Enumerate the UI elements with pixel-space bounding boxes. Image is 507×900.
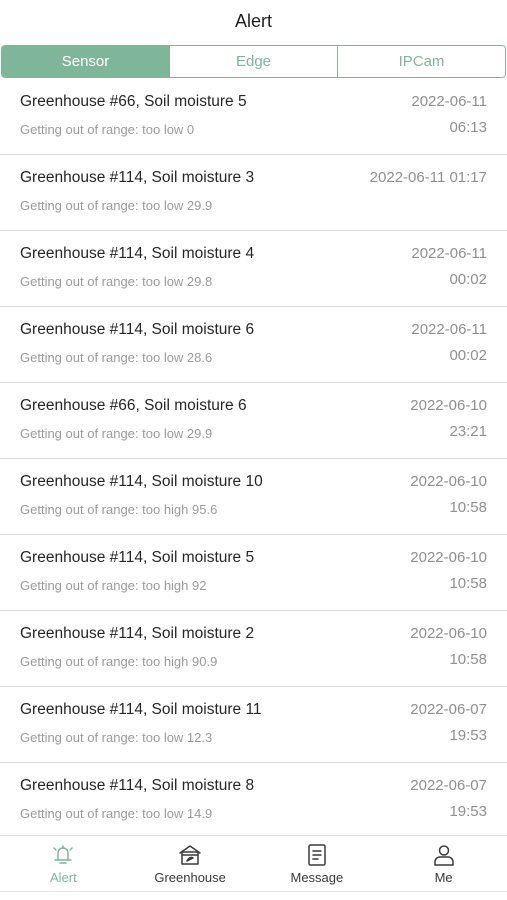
alert-title: Greenhouse #114, Soil moisture 2	[20, 625, 255, 642]
alert-date: 2022-06-10	[410, 473, 487, 490]
bell-icon	[53, 845, 74, 864]
message-icon	[308, 844, 326, 866]
alert-detail: Getting out of range: too low 28.6	[20, 350, 213, 365]
alert-screen: Alert Sensor Edge IPCam Greenhouse #66, …	[0, 0, 507, 900]
alert-detail: Getting out of range: too high 95.6	[20, 502, 218, 517]
tab-label: Alert	[50, 870, 77, 885]
alert-list: Greenhouse #66, Soil moisture 5 Getting …	[0, 79, 507, 839]
alert-date: 2022-06-11	[411, 321, 487, 338]
segment-sensor[interactable]: Sensor	[2, 46, 169, 77]
alert-timestamp: 2022-06-10 23:21	[410, 393, 487, 445]
alert-time: 19:53	[449, 727, 487, 744]
tab-label: Message	[290, 870, 344, 885]
alert-title: Greenhouse #114, Soil moisture 3	[20, 169, 255, 186]
tab-greenhouse[interactable]: Greenhouse	[127, 836, 254, 892]
alert-detail: Getting out of range: too low 29.9	[20, 198, 213, 213]
alert-title: Greenhouse #114, Soil moisture 8	[20, 777, 255, 794]
list-item[interactable]: Greenhouse #114, Soil moisture 2 Getting…	[0, 611, 507, 687]
list-item[interactable]: Greenhouse #114, Soil moisture 11 Gettin…	[0, 687, 507, 763]
alert-time: 10:58	[449, 651, 487, 668]
alert-date: 2022-06-11	[411, 245, 487, 262]
alert-title: Greenhouse #114, Soil moisture 5	[20, 549, 255, 566]
alert-date: 2022-06-07	[410, 777, 487, 794]
segmented-control: Sensor Edge IPCam	[1, 45, 506, 78]
alert-time: 10:58	[449, 499, 487, 516]
list-item[interactable]: Greenhouse #114, Soil moisture 10 Gettin…	[0, 459, 507, 535]
alert-time: 23:21	[449, 423, 487, 440]
alert-timestamp: 2022-06-11 06:13	[411, 89, 487, 141]
tab-alert[interactable]: Alert	[0, 836, 127, 892]
alert-detail: Getting out of range: too low 29.9	[20, 426, 213, 441]
segment-ipcam[interactable]: IPCam	[337, 46, 505, 77]
list-item[interactable]: Greenhouse #66, Soil moisture 5 Getting …	[0, 79, 507, 155]
alert-detail: Getting out of range: too high 90.9	[20, 654, 218, 669]
alert-title: Greenhouse #114, Soil moisture 6	[20, 321, 255, 338]
alert-date: 2022-06-07	[410, 701, 487, 718]
alert-detail: Getting out of range: too low 12.3	[20, 730, 213, 745]
person-icon	[433, 845, 454, 866]
alert-title: Greenhouse #114, Soil moisture 4	[20, 245, 255, 262]
list-item[interactable]: Greenhouse #114, Soil moisture 4 Getting…	[0, 231, 507, 307]
alert-date: 2022-06-10	[410, 397, 487, 414]
alert-date: 2022-06-11	[411, 93, 487, 110]
tab-me[interactable]: Me	[380, 836, 507, 892]
alert-time: 00:02	[449, 271, 487, 288]
alert-title: Greenhouse #114, Soil moisture 11	[20, 701, 262, 718]
alert-timestamp: 2022-06-10 10:58	[410, 545, 487, 597]
alert-detail: Getting out of range: too high 92	[20, 578, 207, 593]
alert-timestamp: 2022-06-11 00:02	[411, 241, 487, 293]
alert-date: 2022-06-10	[410, 549, 487, 566]
tab-label: Me	[434, 870, 453, 885]
alert-date: 2022-06-10	[410, 625, 487, 642]
alert-time: 19:53	[449, 803, 487, 820]
home-indicator-area	[0, 891, 507, 900]
greenhouse-icon	[179, 845, 201, 865]
tab-bar: Alert Greenhouse Message Me	[0, 835, 507, 892]
alert-time: 00:02	[449, 347, 487, 364]
alert-timestamp: 2022-06-11 01:17	[370, 165, 487, 191]
list-item[interactable]: Greenhouse #114, Soil moisture 8 Getting…	[0, 763, 507, 839]
segment-edge[interactable]: Edge	[169, 46, 337, 77]
alert-title: Greenhouse #66, Soil moisture 6	[20, 397, 247, 414]
alert-timestamp: 2022-06-07 19:53	[410, 773, 487, 825]
alert-detail: Getting out of range: too low 0	[20, 122, 195, 137]
alert-title: Greenhouse #114, Soil moisture 10	[20, 473, 263, 490]
list-item[interactable]: Greenhouse #114, Soil moisture 6 Getting…	[0, 307, 507, 383]
alert-timestamp: 2022-06-10 10:58	[410, 621, 487, 673]
alert-date: 2022-06-11 01:17	[369, 169, 487, 186]
tab-label: Greenhouse	[154, 870, 226, 885]
list-item[interactable]: Greenhouse #66, Soil moisture 6 Getting …	[0, 383, 507, 459]
page-title: Alert	[234, 11, 272, 31]
list-item[interactable]: Greenhouse #114, Soil moisture 5 Getting…	[0, 535, 507, 611]
alert-timestamp: 2022-06-11 00:02	[411, 317, 487, 369]
alert-timestamp: 2022-06-10 10:58	[410, 469, 487, 521]
tab-message[interactable]: Message	[254, 836, 381, 892]
alert-detail: Getting out of range: too low 29.8	[20, 274, 213, 289]
alert-timestamp: 2022-06-07 19:53	[410, 697, 487, 749]
alert-title: Greenhouse #66, Soil moisture 5	[20, 93, 247, 110]
alert-detail: Getting out of range: too low 14.9	[20, 806, 213, 821]
alert-time: 06:13	[449, 119, 487, 136]
alert-time: 10:58	[449, 575, 487, 592]
list-item[interactable]: Greenhouse #114, Soil moisture 3 Getting…	[0, 155, 507, 231]
